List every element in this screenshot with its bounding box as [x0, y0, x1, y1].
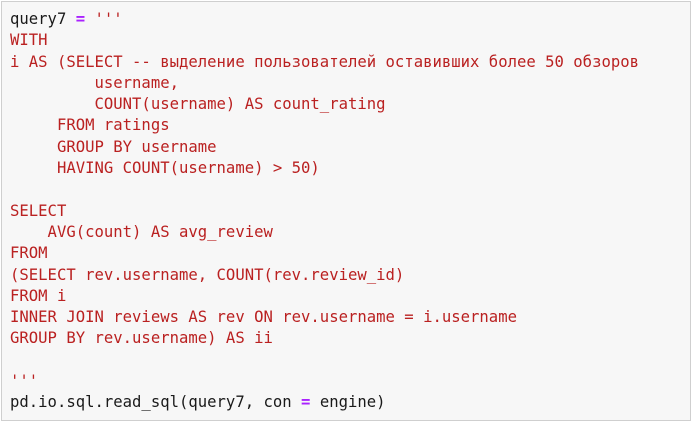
code-line: i AS (SELECT -- выделение пользователей … [10, 52, 686, 73]
code-line: (SELECT rev.username, COUNT(rev.review_i… [10, 265, 686, 286]
string-token: WITH [10, 31, 48, 50]
code-line: FROM ratings [10, 115, 686, 136]
string-token: COUNT(username) AS count_rating [10, 95, 386, 114]
string-token: GROUP BY rev.username) AS ii [10, 329, 273, 348]
operator-token: = [75, 10, 86, 28]
code-line: FROM [10, 243, 686, 264]
string-token: FROM i [10, 286, 67, 305]
code-cell[interactable]: query7 = ''' WITH i AS (SELECT -- выделени… [1, 1, 691, 421]
string-token: ''' [10, 372, 39, 391]
code-line: ''' [10, 371, 686, 392]
string-token: AVG(count) AS avg_review [10, 222, 273, 241]
code-line: GROUP BY username [10, 137, 686, 158]
code-line: WITH [10, 30, 686, 51]
code-line: query7 = ''' [10, 9, 686, 30]
string-token: ''' [85, 10, 123, 28]
code-line: HAVING COUNT(username) > 50) [10, 158, 686, 179]
string-token: username, [10, 73, 179, 92]
code-line: GROUP BY rev.username) AS ii [10, 328, 686, 349]
string-token: SELECT [10, 201, 67, 220]
string-token: i AS (SELECT -- выделение пользователей … [10, 52, 640, 71]
code-token: pd.io.sql.read_sql(query7, con [10, 393, 302, 412]
code-editor[interactable]: query7 = ''' WITH i AS (SELECT -- выделени… [10, 9, 686, 414]
code-line: username, [10, 73, 686, 94]
string-token: FROM ratings [10, 116, 170, 135]
code-token: engine) [310, 393, 386, 412]
code-line: COUNT(username) AS count_rating [10, 94, 686, 115]
code-line: INNER JOIN reviews AS rev ON rev.usernam… [10, 307, 686, 328]
code-token: query7 [10, 10, 76, 28]
code-line: pd.io.sql.read_sql(query7, con = engine) [10, 392, 686, 413]
code-line: FROM i [10, 286, 686, 307]
code-line: SELECT [10, 201, 686, 222]
string-token: (SELECT rev.username, COUNT(rev.review_i… [10, 265, 405, 284]
string-token: HAVING COUNT(username) > 50) [10, 159, 320, 178]
string-token: GROUP BY username [10, 137, 217, 156]
code-line: AVG(count) AS avg_review [10, 222, 686, 243]
string-token: FROM [10, 244, 48, 263]
string-token: INNER JOIN reviews AS rev ON rev.usernam… [10, 308, 517, 327]
